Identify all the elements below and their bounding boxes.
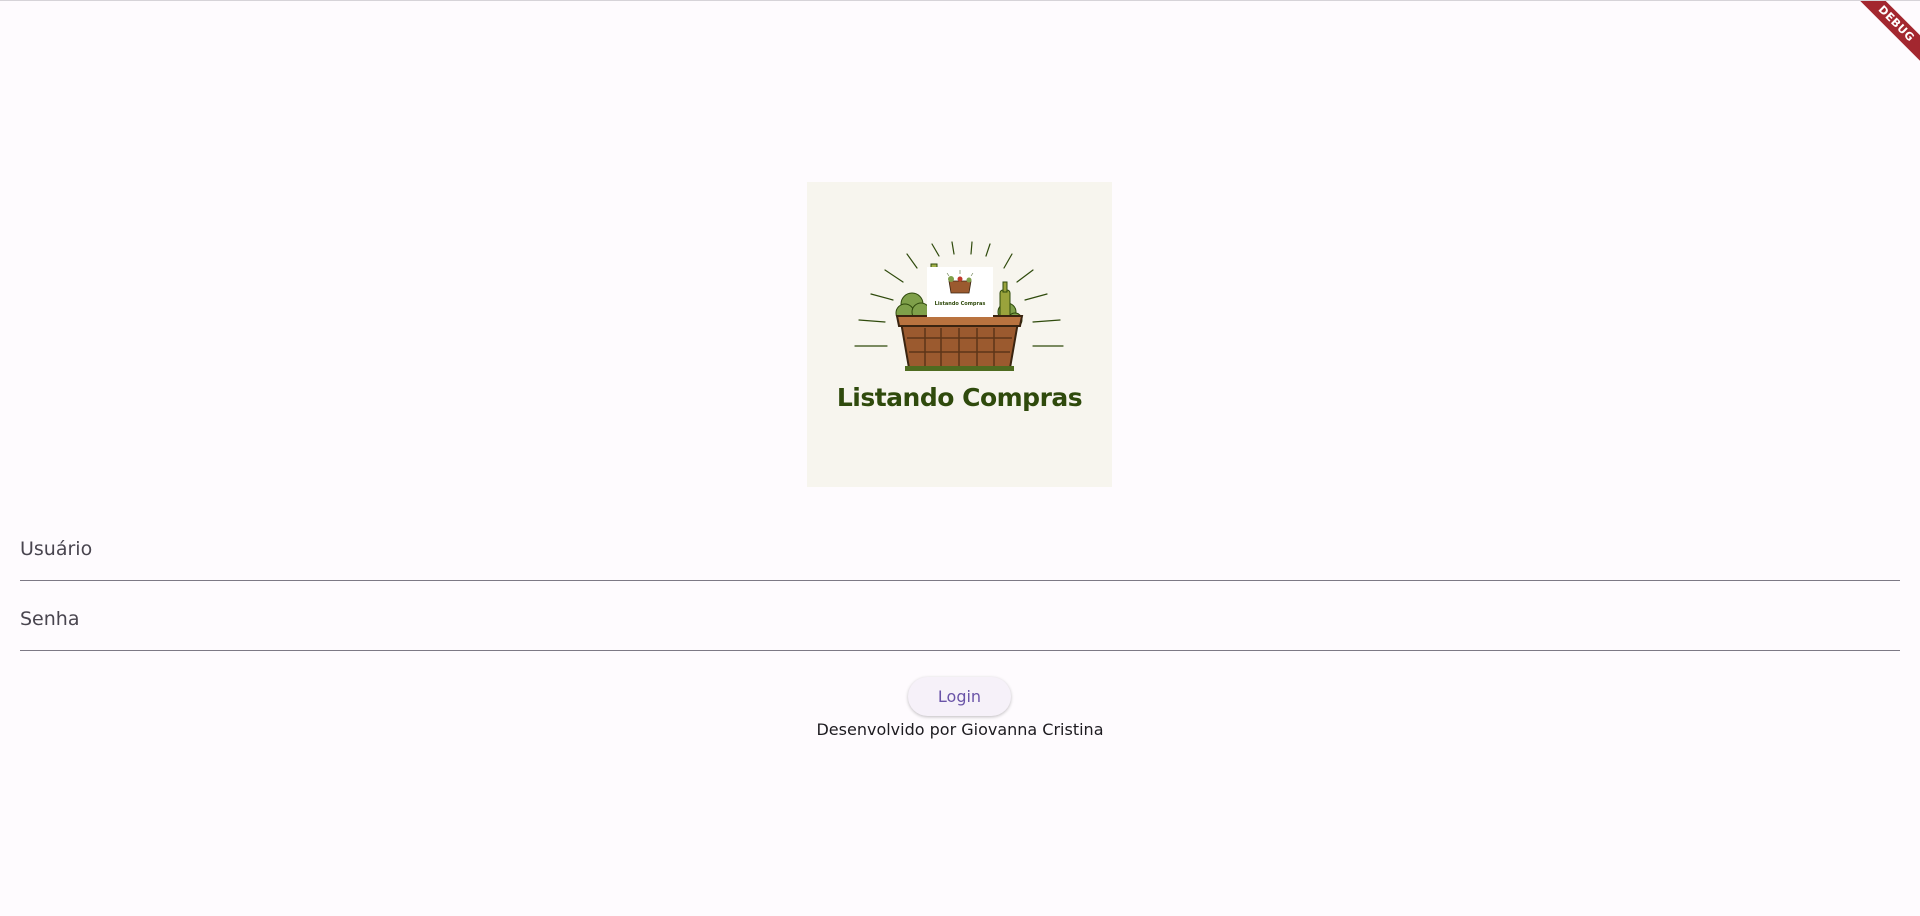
- debug-banner-label: DEBUG: [1854, 1, 1920, 66]
- logo-inner-title: Listando Compras: [934, 301, 986, 307]
- login-button[interactable]: Login: [908, 677, 1011, 716]
- basket-illustration: [854, 241, 1064, 371]
- developer-credit: Desenvolvido por Giovanna Cristina: [816, 720, 1104, 739]
- mini-basket-illustration: [946, 270, 974, 294]
- logo-inner-card: Listando Compras: [927, 267, 993, 317]
- app-logo: Listando Compras Listando Compras: [807, 182, 1112, 487]
- login-screen: DEBUG Listando Compras Listando Compras …: [0, 0, 1920, 916]
- username-field[interactable]: Usuário: [20, 525, 1904, 582]
- username-input[interactable]: [20, 525, 1904, 582]
- password-field[interactable]: Senha: [20, 595, 1904, 652]
- logo-title: Listando Compras: [836, 383, 1083, 412]
- password-input[interactable]: [20, 595, 1904, 652]
- debug-banner: DEBUG: [1840, 1, 1920, 81]
